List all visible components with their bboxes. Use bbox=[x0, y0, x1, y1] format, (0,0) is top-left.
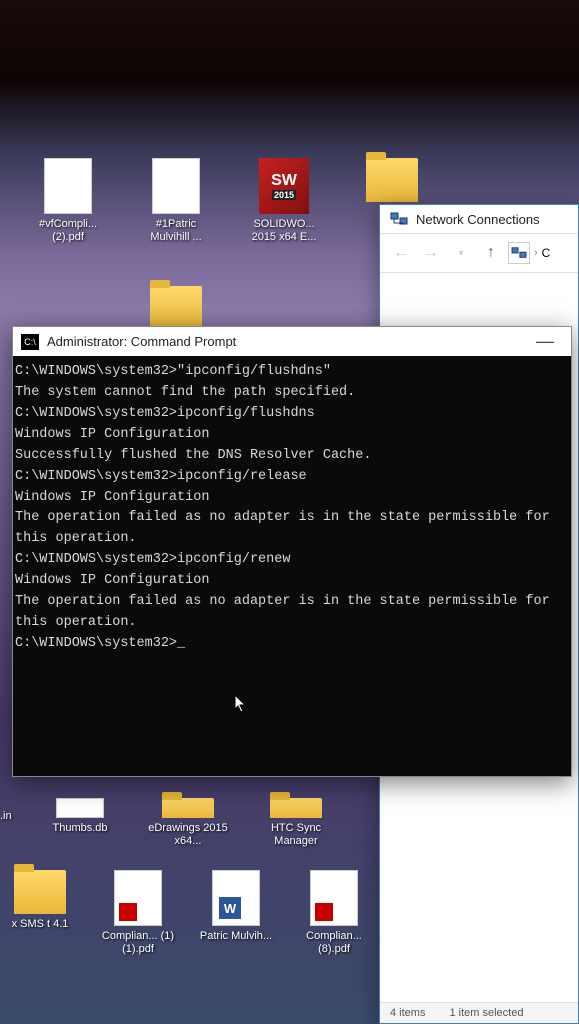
cmd-terminal-area[interactable]: C:\WINDOWS\system32>"ipconfig/flushdns"T… bbox=[13, 356, 571, 776]
desktop-icon-complian1[interactable]: Complian... (1) (1).pdf bbox=[98, 870, 178, 956]
desktop-icon-complian8[interactable]: Complian... (8).pdf bbox=[294, 870, 374, 956]
cmd-output-line: Windows IP Configuration bbox=[15, 425, 567, 446]
desktop-row-4: x SMS t 4.1 Complian... (1) (1).pdf Patr… bbox=[0, 870, 374, 956]
cmd-output-line: The system cannot find the path specifie… bbox=[15, 383, 567, 404]
file-icon bbox=[56, 798, 104, 818]
document-icon bbox=[44, 158, 92, 214]
folder-icon bbox=[366, 158, 418, 202]
sw-year: 2015 bbox=[272, 190, 296, 200]
desktop-icon-vfcompli[interactable]: #vfCompli... (2).pdf bbox=[28, 158, 108, 244]
desktop-icon-patric[interactable]: #1Patric Mulvihill ... bbox=[136, 158, 216, 244]
document-icon bbox=[152, 158, 200, 214]
desktop-icon-patric-word[interactable]: Patric Mulvih... bbox=[196, 870, 276, 956]
cmd-output-line: Successfully flushed the DNS Resolver Ca… bbox=[15, 446, 567, 467]
icon-label: Thumbs.db bbox=[52, 822, 107, 835]
explorer-navbar: ← → ▾ ↑ › C bbox=[380, 233, 578, 273]
cmd-output-line: C:\WINDOWS\system32>"ipconfig/flushdns" bbox=[15, 362, 567, 383]
icon-label: #vfCompli... (2).pdf bbox=[28, 218, 108, 244]
cmd-output-line: this operation. bbox=[15, 529, 567, 550]
nav-up-button[interactable]: ↑ bbox=[478, 240, 504, 266]
cmd-output-line: this operation. bbox=[15, 613, 567, 634]
folder-icon bbox=[14, 870, 66, 914]
icon-label: Patric Mulvih... bbox=[200, 930, 272, 943]
icon-label: Complian... (8).pdf bbox=[294, 930, 374, 956]
breadcrumb-root-icon[interactable] bbox=[508, 242, 530, 264]
desktop-icon-sms[interactable]: x SMS t 4.1 bbox=[0, 870, 80, 956]
icon-label: eDrawings 2015 x64... bbox=[148, 822, 228, 848]
cmd-output-line: The operation failed as no adapter is in… bbox=[15, 592, 567, 613]
desktop-row-1: #vfCompli... (2).pdf #1Patric Mulvihill … bbox=[28, 158, 432, 244]
left-edge-label: .in bbox=[0, 810, 12, 822]
network-connections-icon bbox=[390, 211, 408, 227]
cmd-title-text: Administrator: Command Prompt bbox=[47, 334, 519, 349]
pdf-icon bbox=[310, 870, 358, 926]
icon-label: SOLIDWO... 2015 x64 E... bbox=[244, 218, 324, 244]
icon-label: x SMS t 4.1 bbox=[12, 918, 69, 931]
icon-label: #1Patric Mulvihill ... bbox=[136, 218, 216, 244]
sw-text: SW bbox=[271, 172, 297, 190]
word-icon bbox=[212, 870, 260, 926]
cmd-output-line: C:\WINDOWS\system32>ipconfig/renew bbox=[15, 550, 567, 571]
explorer-title-text: Network Connections bbox=[416, 212, 540, 227]
folder-icon bbox=[270, 798, 322, 818]
status-selected-count: 1 item selected bbox=[449, 1007, 523, 1019]
cmd-output-line: C:\WINDOWS\system32>_ bbox=[15, 634, 567, 655]
desktop-icon-thumbsdb[interactable]: Thumbs.db bbox=[40, 798, 120, 848]
cmd-output-line: Windows IP Configuration bbox=[15, 488, 567, 509]
command-prompt-window[interactable]: C:\ Administrator: Command Prompt — C:\W… bbox=[12, 326, 572, 777]
nav-back-button[interactable]: ← bbox=[388, 240, 414, 266]
desktop-icon-solidworks[interactable]: SW 2015 SOLIDWO... 2015 x64 E... bbox=[244, 158, 324, 244]
folder-icon bbox=[162, 798, 214, 818]
cmd-output-line: The operation failed as no adapter is in… bbox=[15, 508, 567, 529]
breadcrumb-separator: › bbox=[534, 247, 538, 259]
pdf-icon bbox=[114, 870, 162, 926]
folder-icon bbox=[150, 286, 202, 330]
solidworks-icon: SW 2015 bbox=[259, 158, 309, 214]
breadcrumb-item[interactable]: C bbox=[542, 246, 551, 260]
explorer-statusbar: 4 items 1 item selected bbox=[380, 1002, 578, 1023]
icon-label: HTC Sync Manager bbox=[256, 822, 336, 848]
nav-recent-dropdown[interactable]: ▾ bbox=[448, 240, 474, 266]
desktop-icon-htcsync[interactable]: HTC Sync Manager bbox=[256, 798, 336, 848]
cmd-output-line: C:\WINDOWS\system32>ipconfig/release bbox=[15, 467, 567, 488]
status-item-count: 4 items bbox=[390, 1007, 425, 1019]
explorer-titlebar[interactable]: Network Connections bbox=[380, 205, 578, 233]
cmd-output-line: C:\WINDOWS\system32>ipconfig/flushdns bbox=[15, 404, 567, 425]
cmd-output-line: Windows IP Configuration bbox=[15, 571, 567, 592]
desktop-icon-edrawings[interactable]: eDrawings 2015 x64... bbox=[148, 798, 228, 848]
nav-forward-button[interactable]: → bbox=[418, 240, 444, 266]
cmd-titlebar[interactable]: C:\ Administrator: Command Prompt — bbox=[13, 327, 571, 356]
desktop-row-3: Thumbs.db eDrawings 2015 x64... HTC Sync… bbox=[40, 798, 336, 848]
cmd-icon: C:\ bbox=[21, 334, 39, 350]
minimize-button[interactable]: — bbox=[527, 331, 563, 352]
icon-label: Complian... (1) (1).pdf bbox=[98, 930, 178, 956]
